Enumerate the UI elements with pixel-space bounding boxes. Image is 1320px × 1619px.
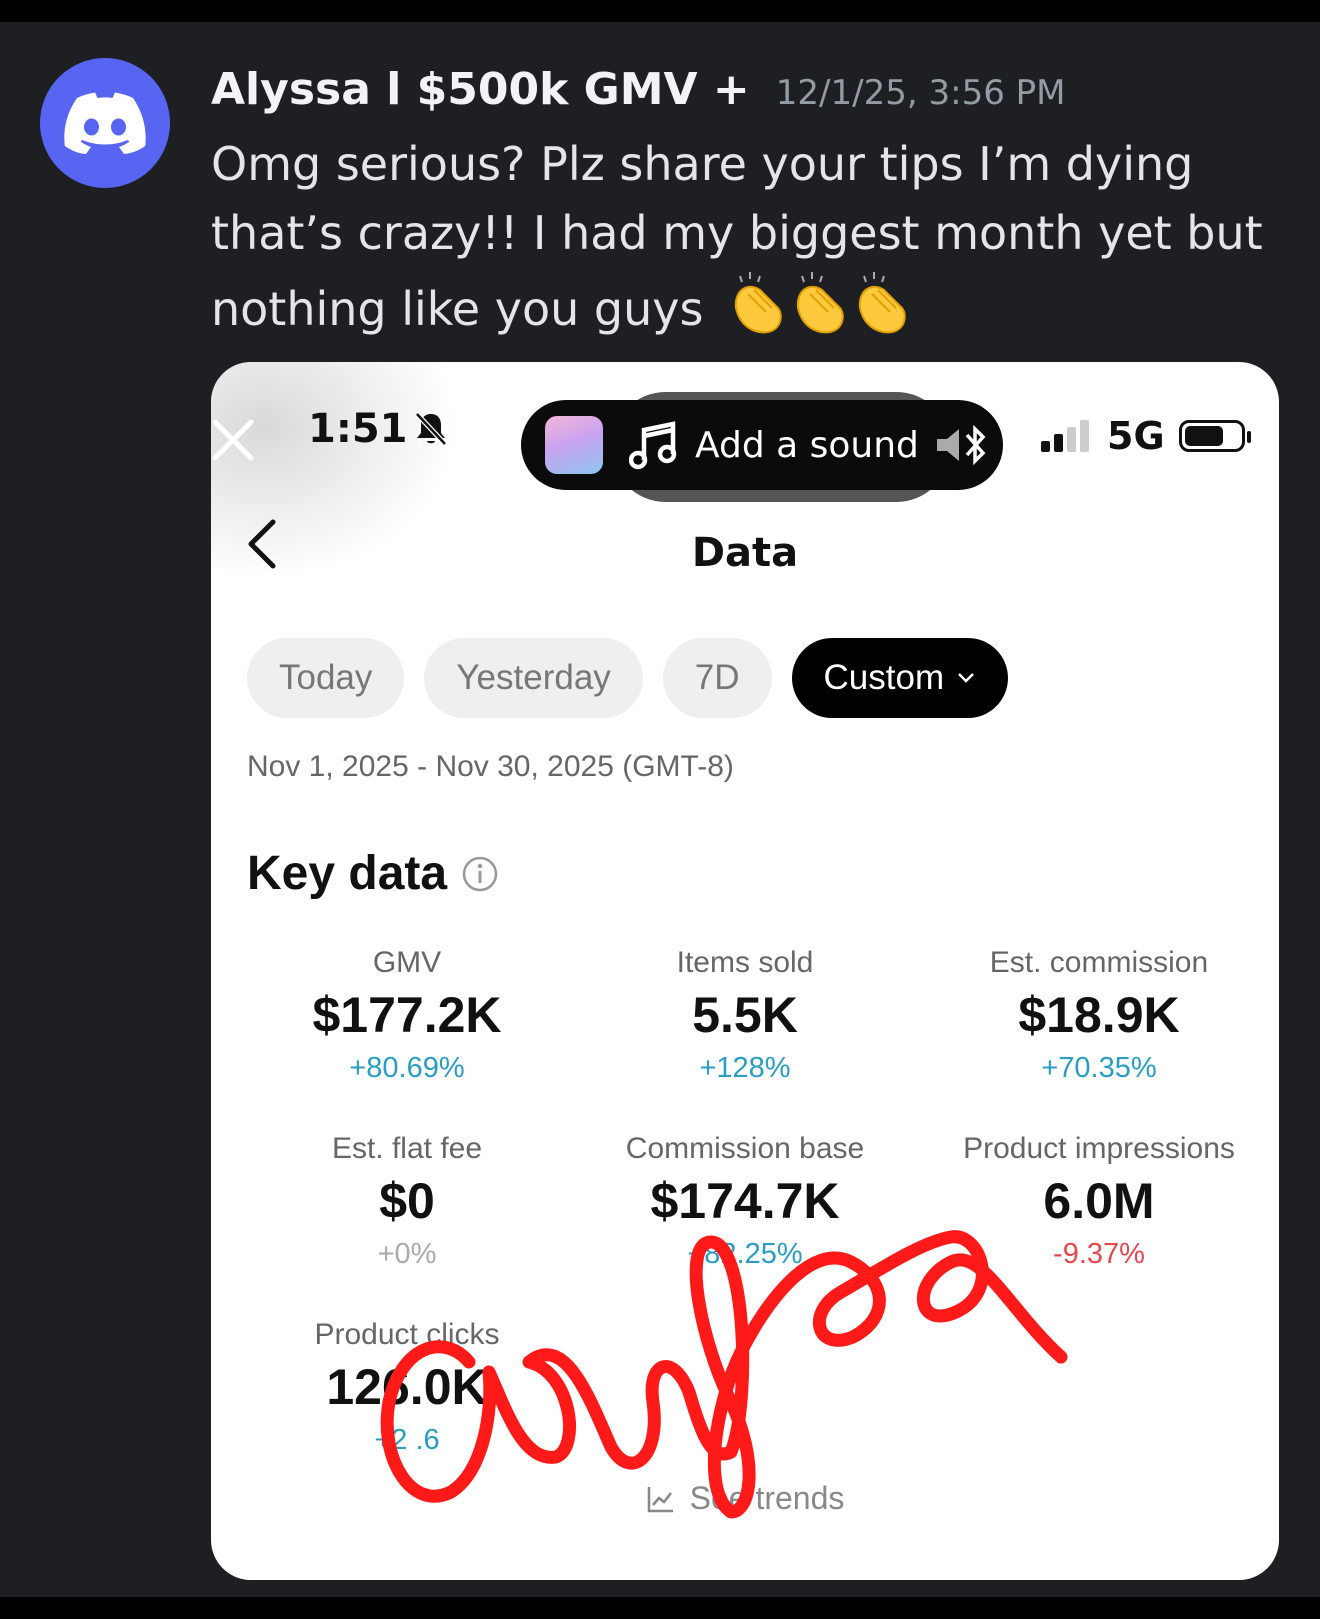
metric-value: 5.5K (692, 987, 798, 1043)
metric-change: +128% (699, 1052, 791, 1084)
tab-today[interactable]: Today (247, 638, 405, 718)
date-filter-tabs: Today Yesterday 7D Custom (247, 638, 1009, 718)
metric-label: Product impressions (963, 1132, 1235, 1165)
tab-custom-label: Custom (823, 658, 945, 697)
metric-commission-base[interactable]: Commission base $174.7K +82.25% (575, 1132, 915, 1271)
clapping-hands-emoji-icon (726, 268, 916, 357)
see-trends-label: See trends (689, 1480, 845, 1516)
image-attachment[interactable]: 1:51 Add a sound 5G Data Today Yesterday… (211, 362, 1279, 1580)
metric-label: Items sold (676, 946, 814, 979)
metric-value: $0 (379, 1173, 435, 1229)
metric-change: +80.69% (349, 1052, 465, 1084)
network-label: 5G (1107, 414, 1165, 458)
tab-7d[interactable]: 7D (662, 638, 772, 718)
album-art-thumbnail (545, 416, 603, 474)
page-title: Data (691, 530, 799, 576)
status-bar-time: 1:51 (308, 406, 448, 452)
close-icon[interactable] (211, 418, 255, 462)
info-icon[interactable] (461, 855, 499, 893)
metric-value: $18.9K (1018, 987, 1180, 1043)
see-trends-link[interactable]: See trends (211, 1480, 1279, 1517)
metric-est-flat-fee[interactable]: Est. flat fee $0 +0% (237, 1132, 577, 1271)
discord-logo-icon (64, 92, 146, 154)
metric-label: Est. commission (989, 946, 1209, 979)
metric-label: Commission base (625, 1132, 865, 1165)
bottom-black-bar (0, 1597, 1320, 1619)
battery-icon (1178, 420, 1251, 452)
timestamp: 12/1/25, 3:56 PM (775, 73, 1066, 113)
key-data-heading: Key data (247, 846, 499, 901)
bell-muted-icon (414, 412, 447, 446)
status-bar-right: 5G (1039, 414, 1251, 458)
tab-custom[interactable]: Custom (791, 638, 1009, 718)
message-text: Omg serious? Plz share your tips I’m dyi… (211, 130, 1301, 357)
signal-bars-icon (1041, 420, 1089, 452)
metric-change: -9.37% (1053, 1238, 1145, 1270)
speaker-bluetooth-icon (936, 425, 986, 465)
chevron-down-icon (958, 673, 975, 683)
metric-gmv[interactable]: GMV $177.2K +80.69% (237, 946, 577, 1085)
metric-items-sold[interactable]: Items sold 5.5K +128% (575, 946, 915, 1085)
key-data-title: Key data (247, 847, 448, 900)
message-header: Alyssa l $500k GMV + 12/1/25, 3:56 PM (211, 64, 1065, 115)
metric-value: 6.0M (1043, 1173, 1155, 1229)
status-time-text: 1:51 (308, 406, 408, 452)
metric-product-clicks[interactable]: Product clicks 126.0K +2 .6 (237, 1318, 577, 1457)
username[interactable]: Alyssa l $500k GMV + (211, 64, 750, 115)
add-sound-label: Add a sound (695, 424, 919, 466)
metric-product-impressions[interactable]: Product impressions 6.0M -9.37% (929, 1132, 1269, 1271)
metric-label: Product clicks (314, 1318, 500, 1351)
metric-value: $177.2K (312, 987, 502, 1043)
metric-change: +0% (377, 1238, 437, 1270)
metric-change: +2 .6 (374, 1424, 440, 1456)
metric-value: $174.7K (650, 1173, 840, 1229)
date-range: Nov 1, 2025 - Nov 30, 2025 (GMT-8) (247, 750, 734, 783)
discord-avatar[interactable] (40, 58, 170, 188)
dynamic-island[interactable]: Add a sound (521, 400, 1003, 490)
metric-est-commission[interactable]: Est. commission $18.9K +70.35% (929, 946, 1269, 1085)
top-black-bar (0, 0, 1320, 22)
tab-yesterday[interactable]: Yesterday (424, 638, 643, 718)
trend-chart-icon (647, 1486, 673, 1512)
music-note-icon (629, 421, 677, 470)
metric-value: 126.0K (326, 1359, 488, 1415)
metric-change: +70.35% (1041, 1052, 1157, 1084)
metric-change: +82.25% (687, 1238, 803, 1270)
metric-label: Est. flat fee (331, 1132, 483, 1165)
metric-label: GMV (372, 946, 442, 979)
